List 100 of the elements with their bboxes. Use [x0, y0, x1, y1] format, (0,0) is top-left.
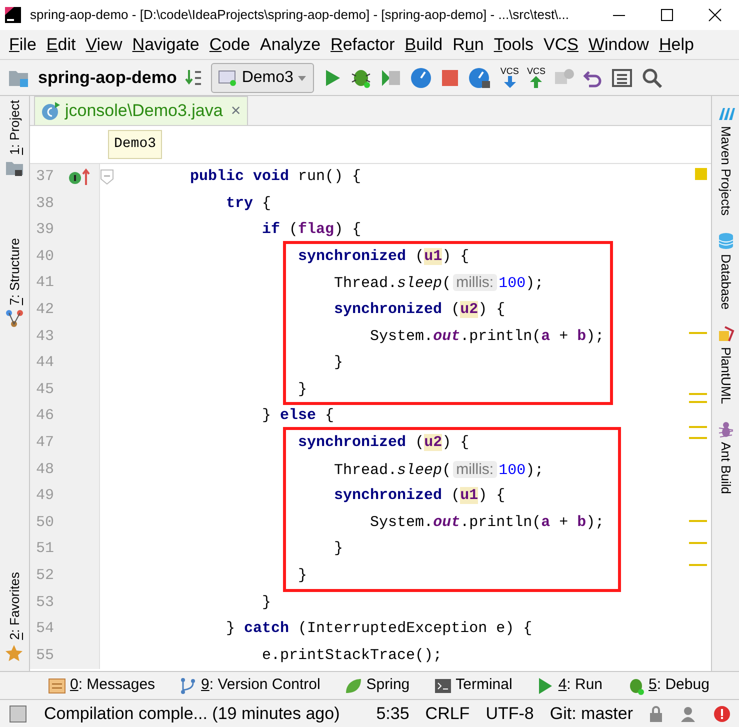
structure-icon[interactable]	[611, 68, 634, 88]
tool-window-tab[interactable]: Maven Projects	[716, 126, 736, 216]
gauge-icon[interactable]	[410, 66, 432, 88]
fold-icon[interactable]	[100, 169, 114, 186]
warning-marker-icon	[695, 168, 707, 180]
sort-icon[interactable]	[184, 68, 203, 88]
code-line: synchronized (u2) {	[297, 432, 470, 453]
branch-selector[interactable]: Git: master	[550, 700, 633, 726]
menu-item[interactable]: VCS	[538, 32, 584, 58]
tool-window-tab[interactable]: 5: Debug	[626, 674, 710, 697]
menu-item[interactable]: File	[4, 32, 42, 58]
editor-tab[interactable]: jconsole\Demo3.java ×	[34, 96, 248, 125]
app-logo-icon	[4, 6, 22, 24]
line-number: 44	[35, 353, 56, 374]
line-number: 54	[35, 619, 56, 640]
code-line: }	[333, 539, 344, 560]
code-line: if (flag) {	[261, 220, 362, 240]
structure-icon	[5, 309, 24, 328]
plantuml-icon	[716, 325, 734, 344]
line-number: 47	[35, 432, 56, 453]
code-line: Thread.sleep( millis: 100);	[333, 460, 544, 481]
class-icon	[41, 101, 61, 121]
panel-toggle-icon[interactable]	[8, 704, 28, 724]
line-number: 39	[35, 220, 56, 240]
line-number: 53	[35, 592, 56, 612]
code-line: System.out.println(a + b);	[369, 512, 604, 533]
tool-window-tab[interactable]: Ant Build	[716, 442, 736, 494]
tool-window-tab[interactable]: 7: Structure	[4, 238, 24, 306]
tool-window-tab[interactable]: Spring	[344, 674, 410, 697]
code-line: } catch (InterruptedException e) {	[225, 619, 532, 640]
menu-item[interactable]: Tools	[488, 32, 539, 58]
tool-window-tab[interactable]: Terminal	[434, 674, 512, 697]
update-icon[interactable]	[468, 66, 492, 88]
line-separator-selector[interactable]: CRLF	[425, 700, 470, 726]
menu-item[interactable]: Build	[400, 32, 448, 58]
code-line: e.printStackTrace();	[261, 646, 442, 666]
encoding-selector[interactable]: UTF-8	[486, 700, 534, 726]
code-line: synchronized (u1) {	[297, 246, 470, 267]
tool-window-tab[interactable]: 2: Favorites	[4, 572, 24, 640]
run-config-dropdown[interactable]: Demo3	[210, 62, 314, 92]
coverage-icon[interactable]	[380, 68, 402, 88]
close-tab-button[interactable]: ×	[230, 98, 241, 124]
star-icon	[5, 644, 24, 663]
arrow-icon	[529, 76, 544, 88]
branch-icon	[179, 676, 198, 694]
code-line: synchronized (u2) {	[333, 300, 506, 320]
line-number: 51	[35, 539, 56, 560]
menu-item[interactable]: Window	[583, 32, 654, 58]
menu-item[interactable]: Analyze	[255, 32, 326, 58]
search-icon[interactable]	[641, 66, 664, 88]
line-number: 38	[35, 194, 56, 214]
line-number: 55	[35, 646, 56, 666]
tool-window-tab[interactable]: 0: Messages	[48, 674, 156, 697]
status-message: Compilation comple... (19 minutes ago)	[44, 702, 341, 725]
caret-position[interactable]: 5:35	[376, 700, 410, 726]
line-number: 48	[35, 460, 56, 480]
vcs-commit-button[interactable]: VCS	[526, 67, 546, 88]
menu-item[interactable]: Navigate	[127, 32, 204, 58]
line-number: 40	[35, 246, 56, 267]
code-line: }	[261, 592, 272, 612]
database-icon	[716, 232, 734, 250]
menu-item[interactable]: Refactor	[326, 32, 400, 58]
code-line: } else {	[261, 406, 334, 426]
tool-window-tab[interactable]: 9: Version Control	[179, 674, 320, 697]
caret-icon	[297, 74, 308, 82]
notification-icon[interactable]	[713, 704, 731, 722]
code-line: synchronized (u1) {	[333, 486, 506, 506]
menu-item[interactable]: Help	[654, 32, 699, 58]
code-line: try {	[225, 194, 272, 214]
menu-item[interactable]: View	[80, 32, 128, 58]
window-title: spring-aop-demo - [D:\code\IdeaProjects\spring-aop-demo] - [spring-aop-demo] - ...\src\test\...	[30, 6, 570, 24]
menu-item[interactable]: Code	[204, 32, 256, 58]
tool-window-tab[interactable]: 4: Run	[536, 674, 603, 697]
line-number: 42	[35, 300, 56, 320]
code-line: }	[333, 353, 344, 374]
code-line: Thread.sleep( millis: 100);	[333, 273, 544, 294]
menu-item[interactable]: Edit	[41, 32, 81, 58]
project-name[interactable]: spring-aop-demo	[38, 64, 177, 90]
code-line: }	[297, 566, 308, 586]
arrow-icon	[502, 76, 517, 88]
line-number: 45	[35, 380, 56, 400]
messages-icon	[48, 676, 66, 694]
code-line: public void run() {	[189, 167, 362, 187]
tool-window-tab[interactable]: 1: Project	[4, 100, 24, 155]
vcs-update-button[interactable]: VCS	[500, 67, 519, 88]
breadcrumb[interactable]: Demo3	[108, 130, 162, 159]
ant-icon	[716, 420, 734, 438]
stop-icon[interactable]	[440, 68, 460, 88]
line-number: 41	[35, 273, 56, 294]
tool-window-tab[interactable]: Database	[716, 254, 736, 310]
code-line: System.out.println(a + b);	[369, 326, 604, 347]
lock-icon[interactable]	[649, 704, 663, 722]
tool-window-tab[interactable]: PlantUML	[716, 347, 736, 404]
run-icon	[536, 676, 554, 694]
menu-item[interactable]: Run	[448, 32, 489, 58]
leaf-icon	[344, 676, 362, 694]
inspector-icon[interactable]	[679, 704, 697, 722]
line-number: 49	[35, 486, 56, 506]
line-number: 50	[35, 512, 56, 533]
line-number: 37	[35, 167, 56, 187]
